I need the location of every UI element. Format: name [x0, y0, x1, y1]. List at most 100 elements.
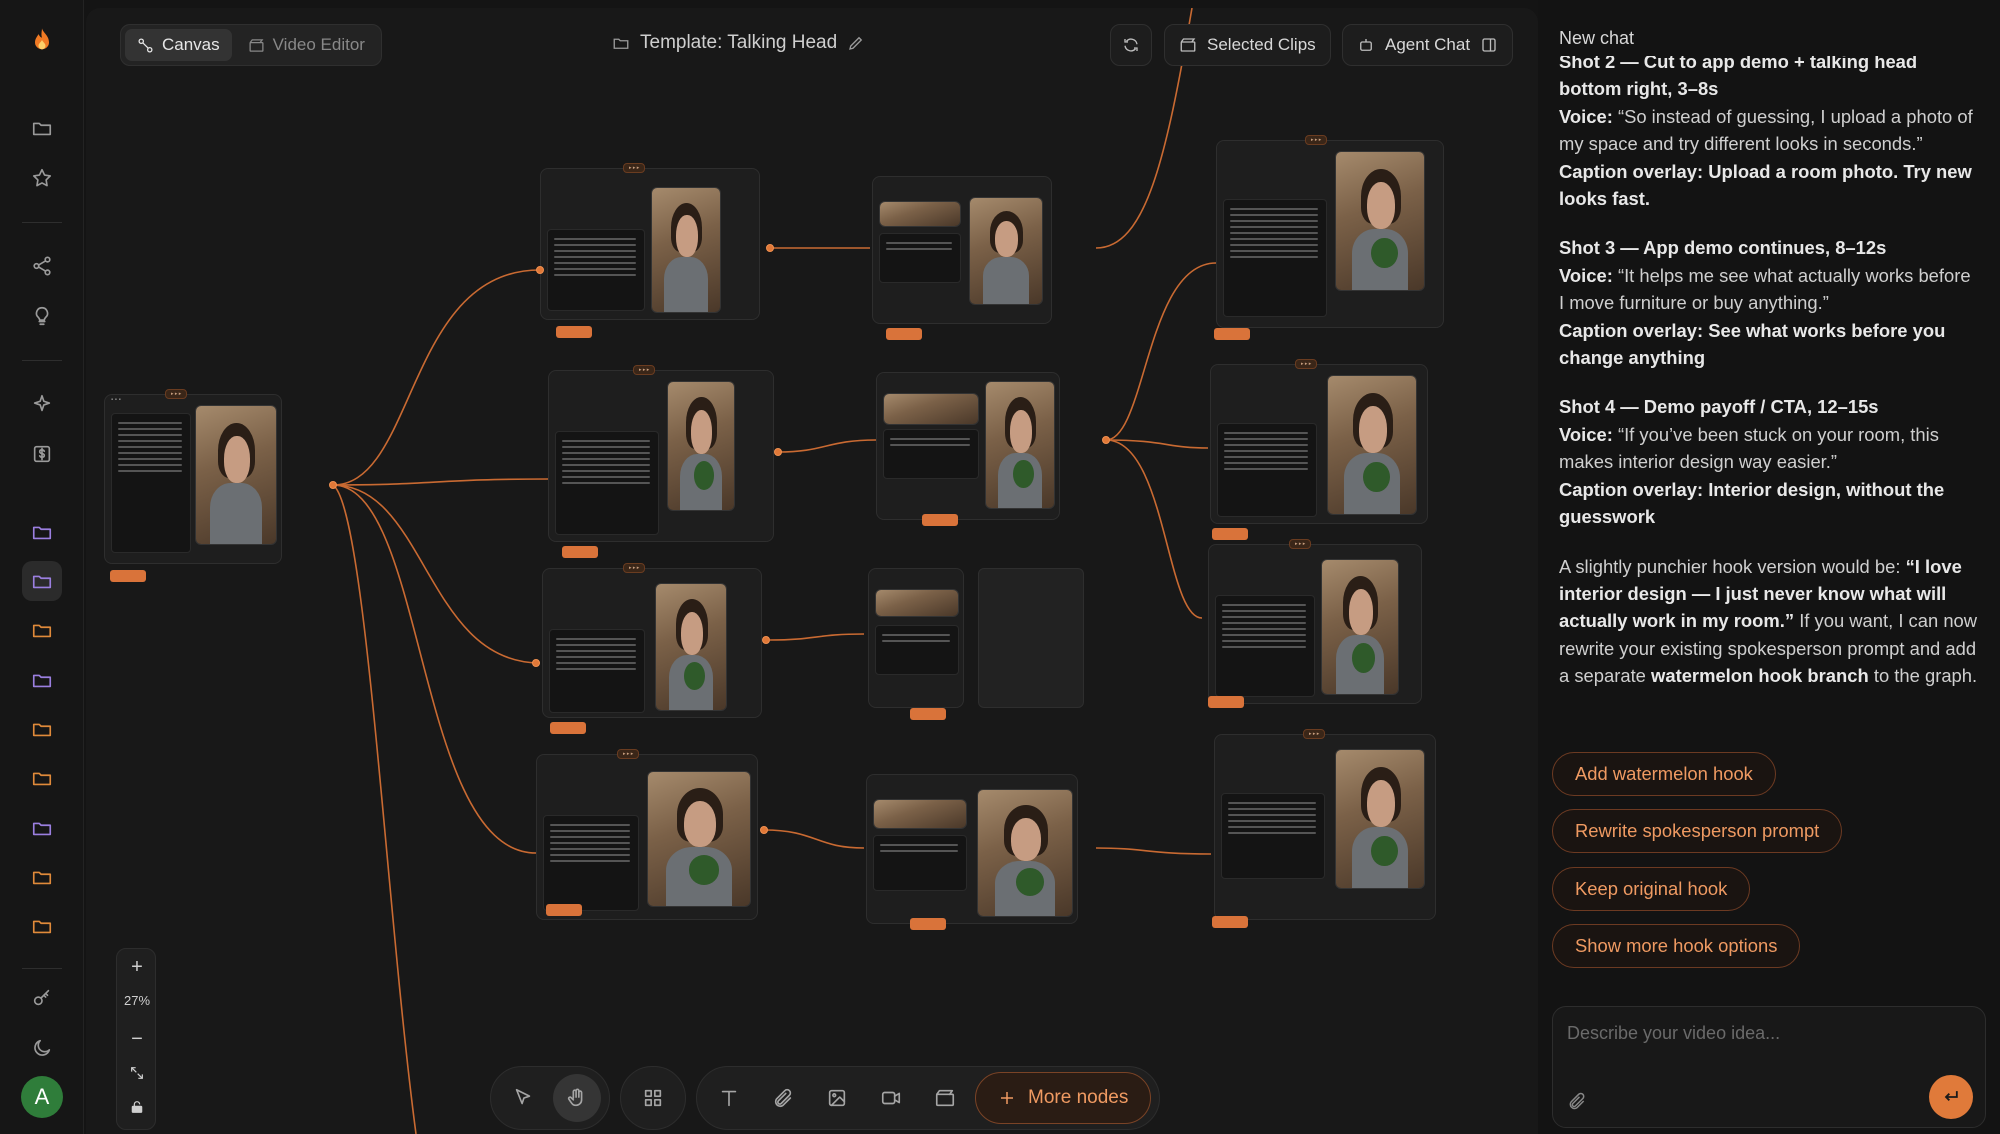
send-to-video-editor-tag[interactable]: ▸ ▸ ▸ — [617, 749, 640, 759]
refresh-button[interactable] — [1110, 24, 1152, 66]
send-to-video-editor-tag[interactable]: ▸ ▸ ▸ — [1305, 135, 1328, 145]
prompt-box[interactable] — [1221, 793, 1325, 879]
folder-icon[interactable] — [22, 709, 62, 749]
moon-icon[interactable] — [22, 1028, 62, 1068]
empty-image-slot[interactable] — [978, 568, 1084, 708]
image-gen-node[interactable]: ▸ ▸ ▸ — [542, 563, 762, 718]
attachment-tool[interactable] — [759, 1074, 807, 1122]
folder-icon[interactable] — [22, 758, 62, 798]
image-tool[interactable] — [813, 1074, 861, 1122]
prompt-box[interactable] — [111, 413, 191, 553]
avatar[interactable]: A — [21, 1076, 63, 1118]
image-gen-node[interactable]: ▸ ▸ ▸ — [540, 163, 760, 320]
input-port[interactable] — [532, 659, 540, 667]
more-nodes-button[interactable]: More nodes — [975, 1072, 1152, 1124]
folder-icon[interactable] — [22, 906, 62, 946]
folder-icon[interactable] — [22, 610, 62, 650]
skin-enhance-node[interactable] — [866, 774, 1078, 924]
node-image[interactable] — [651, 187, 721, 313]
output-port[interactable] — [329, 481, 337, 489]
run-button[interactable] — [886, 328, 922, 340]
run-button[interactable] — [546, 904, 582, 916]
folder-icon[interactable] — [22, 660, 62, 700]
node-thumb[interactable] — [875, 589, 959, 617]
video-tool[interactable] — [867, 1074, 915, 1122]
send-button[interactable] — [1929, 1075, 1973, 1119]
node-image[interactable] — [647, 771, 751, 907]
prompt-box[interactable] — [549, 629, 645, 713]
node-image[interactable] — [977, 789, 1073, 917]
tab-video-editor[interactable]: Video Editor — [236, 29, 377, 61]
selected-clips-button[interactable]: Selected Clips — [1164, 24, 1331, 66]
node-video[interactable] — [1335, 151, 1425, 291]
run-button[interactable] — [1212, 916, 1248, 928]
run-button[interactable] — [562, 546, 598, 558]
skin-enhance-node[interactable] — [876, 372, 1060, 520]
prompt-box[interactable] — [1217, 423, 1317, 517]
video-gen-node[interactable]: ▸ ▸ ▸ — [1214, 729, 1436, 920]
prompt-box[interactable] — [547, 229, 645, 311]
output-port[interactable] — [762, 636, 770, 644]
run-button[interactable] — [550, 722, 586, 734]
folder-icon[interactable] — [22, 512, 62, 552]
folder-icon[interactable] — [22, 857, 62, 897]
prompt-box[interactable] — [543, 815, 639, 911]
select-tool[interactable] — [499, 1074, 547, 1122]
output-port[interactable] — [1102, 436, 1110, 444]
tab-canvas[interactable]: Canvas — [125, 29, 232, 61]
send-to-video-editor-tag[interactable]: ▸ ▸ ▸ — [1303, 729, 1326, 739]
suggestion-rewrite-prompt[interactable]: Rewrite spokesperson prompt — [1552, 809, 1843, 853]
star-icon[interactable] — [22, 158, 62, 198]
output-port[interactable] — [774, 448, 782, 456]
zoom-out-button[interactable]: − — [117, 1025, 157, 1053]
prompt-box[interactable] — [1223, 199, 1327, 317]
suggestion-keep-original-hook[interactable]: Keep original hook — [1552, 867, 1751, 911]
video-gen-node[interactable]: ▸ ▸ ▸ — [1210, 359, 1428, 524]
send-to-video-editor-tag[interactable]: ▸ ▸ ▸ — [623, 163, 646, 173]
node-image[interactable] — [655, 583, 727, 711]
lightbulb-icon[interactable] — [22, 296, 62, 336]
text-tool[interactable] — [705, 1074, 753, 1122]
skin-enhance-node[interactable] — [872, 176, 1052, 324]
send-to-video-editor-tag[interactable]: ▸ ▸ ▸ — [1289, 539, 1312, 549]
suggestion-show-more-hooks[interactable]: Show more hook options — [1552, 924, 1801, 968]
send-to-video-editor-tag[interactable]: ▸ ▸ ▸ — [633, 365, 656, 375]
attach-button[interactable] — [1567, 1091, 1591, 1115]
flame-logo-icon[interactable] — [22, 20, 62, 60]
prompt-box[interactable] — [879, 233, 961, 283]
run-button[interactable] — [922, 514, 958, 526]
node-canvas[interactable]: ▪ ▪ ▪ ▸ ▸ ▸ ▸ ▸ ▸ ▸ ▸ ▸ ▸ ▸ ▸ ▸ ▸ ▸ ▸ ▸ … — [86, 8, 1538, 1134]
zoom-in-button[interactable]: + — [117, 953, 157, 981]
skin-enhance-node[interactable] — [868, 568, 964, 708]
image-gen-node[interactable]: ▸ ▸ ▸ — [548, 365, 774, 542]
run-button[interactable] — [556, 326, 592, 338]
node-image[interactable] — [969, 197, 1043, 305]
run-button[interactable] — [1208, 696, 1244, 708]
run-button[interactable] — [1214, 328, 1250, 340]
run-button[interactable] — [910, 918, 946, 930]
grid-tool[interactable] — [629, 1074, 677, 1122]
fit-view-button[interactable] — [117, 1059, 157, 1087]
hand-tool[interactable] — [553, 1074, 601, 1122]
prompt-box[interactable] — [555, 431, 659, 535]
node-thumb[interactable] — [873, 799, 967, 829]
node-thumb[interactable] — [883, 393, 979, 425]
image-gen-node[interactable]: ▸ ▸ ▸ — [536, 749, 758, 920]
pencil-icon[interactable] — [847, 34, 865, 52]
agent-chat-button[interactable]: Agent Chat — [1342, 24, 1514, 66]
key-icon[interactable] — [22, 978, 62, 1018]
sparkle-icon[interactable] — [22, 384, 62, 424]
suggestion-add-watermelon-hook[interactable]: Add watermelon hook — [1552, 752, 1776, 796]
prompt-box[interactable] — [873, 835, 967, 891]
panel-toggle-icon[interactable] — [1480, 36, 1498, 54]
billing-icon[interactable] — [22, 434, 62, 474]
input-port[interactable] — [536, 266, 544, 274]
lock-button[interactable] — [117, 1093, 157, 1121]
node-image[interactable] — [195, 405, 277, 545]
prompt-box[interactable] — [883, 429, 979, 479]
page-title[interactable]: Template: Talking Head — [612, 32, 865, 54]
node-thumb[interactable] — [879, 201, 961, 227]
prompt-box[interactable] — [875, 625, 959, 675]
video-gen-node[interactable]: ▸ ▸ ▸ — [1216, 135, 1444, 328]
run-button[interactable] — [110, 570, 146, 582]
